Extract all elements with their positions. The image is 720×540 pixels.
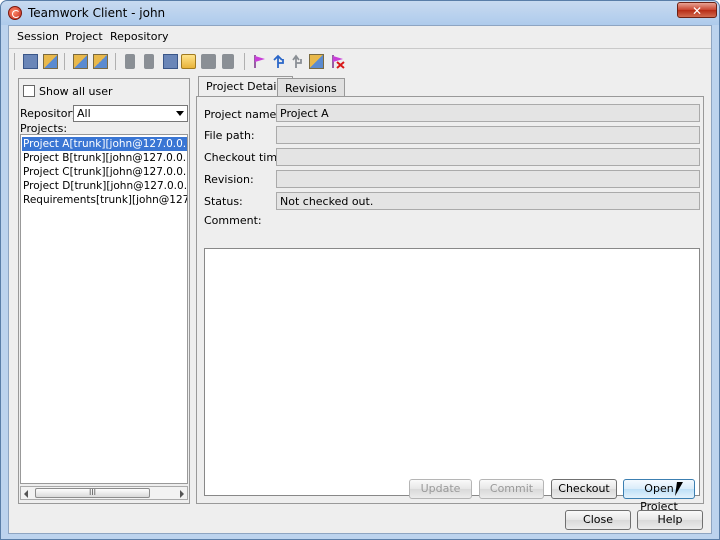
delete2-icon[interactable]	[144, 54, 154, 69]
show-all-user-label: Show all user	[39, 85, 113, 98]
tag-icon[interactable]	[309, 54, 324, 69]
menu-repository[interactable]: Repository	[110, 30, 169, 43]
repository-select-value: All	[77, 107, 91, 120]
comment-textarea[interactable]	[204, 248, 700, 496]
export-icon[interactable]	[201, 54, 216, 69]
commit-button[interactable]: Commit	[479, 479, 544, 499]
open-folder-icon[interactable]	[181, 54, 196, 69]
main-window: Teamwork Client - john ✕ Session Project…	[0, 0, 720, 540]
branch-icon[interactable]	[290, 54, 305, 69]
menu-project[interactable]: Project	[65, 30, 103, 43]
flag-icon[interactable]	[252, 54, 267, 69]
menu-bar: Session Project Repository	[9, 26, 711, 49]
delete-icon[interactable]	[125, 54, 135, 69]
login-icon[interactable]	[23, 54, 38, 69]
help-button[interactable]: Help	[637, 510, 703, 530]
checkout-button[interactable]: Checkout	[551, 479, 617, 499]
close-button[interactable]: Close	[565, 510, 631, 530]
status-label: Status:	[204, 195, 243, 208]
list-item[interactable]: Project C[trunk][john@127.0.0.1:1999	[22, 165, 187, 179]
scroll-thumb[interactable]: III	[35, 488, 150, 498]
mouse-cursor-icon	[675, 482, 689, 496]
branch-up-icon[interactable]	[271, 54, 286, 69]
comment-label: Comment:	[204, 214, 262, 227]
toolbar	[9, 49, 711, 74]
toolbar-separator	[115, 53, 116, 70]
show-all-user-checkbox[interactable]	[23, 85, 35, 97]
update-button[interactable]: Update	[409, 479, 472, 499]
scroll-right-icon[interactable]	[180, 490, 184, 498]
project-name-field: Project A	[276, 104, 700, 122]
list-item[interactable]: Requirements[trunk][john@127.0.0.1:1	[22, 193, 187, 207]
list-item[interactable]: Project D[trunk][john@127.0.0.1:1999	[22, 179, 187, 193]
list-item[interactable]: Project A[trunk][john@127.0.0.1:1999	[22, 137, 187, 151]
checkout-time-label: Checkout time:	[204, 151, 288, 164]
window-close-button[interactable]: ✕	[677, 2, 717, 18]
status-field: Not checked out.	[276, 192, 700, 210]
teamwork-logo-icon	[8, 6, 22, 20]
add-project-icon[interactable]	[163, 54, 178, 69]
title-bar[interactable]: Teamwork Client - john ✕	[1, 1, 719, 25]
revision-label: Revision:	[204, 173, 254, 186]
horizontal-scrollbar[interactable]: III	[20, 486, 188, 500]
menu-session[interactable]: Session	[17, 30, 59, 43]
import-icon[interactable]	[222, 54, 234, 69]
toolbar-separator	[14, 53, 15, 70]
tab-revisions[interactable]: Revisions	[277, 78, 345, 97]
projects-panel: Show all user Repository: All Projects: …	[18, 78, 190, 504]
file-path-field	[276, 126, 700, 144]
repository-select[interactable]: All	[73, 105, 188, 122]
logout-icon[interactable]	[43, 54, 58, 69]
remove-tag-icon[interactable]	[330, 54, 345, 69]
list-item[interactable]: Project B[trunk][john@127.0.0.1:1999	[22, 151, 187, 165]
file-path-label: File path:	[204, 129, 255, 142]
toolbar-separator	[64, 53, 65, 70]
users-icon[interactable]	[73, 54, 88, 69]
revision-field	[276, 170, 700, 188]
edit-users-icon[interactable]	[93, 54, 108, 69]
chevron-down-icon[interactable]	[176, 111, 184, 116]
toolbar-separator	[244, 53, 245, 70]
project-details-panel: Project name: Project A File path: Check…	[196, 96, 704, 504]
scroll-left-icon[interactable]	[24, 490, 28, 498]
project-name-label: Project name:	[204, 108, 281, 121]
window-client-area: Session Project Repository Show all user…	[8, 25, 712, 534]
window-title: Teamwork Client - john	[28, 6, 166, 20]
checkout-time-field	[276, 148, 700, 166]
project-list[interactable]: Project A[trunk][john@127.0.0.1:1999 Pro…	[20, 134, 188, 484]
